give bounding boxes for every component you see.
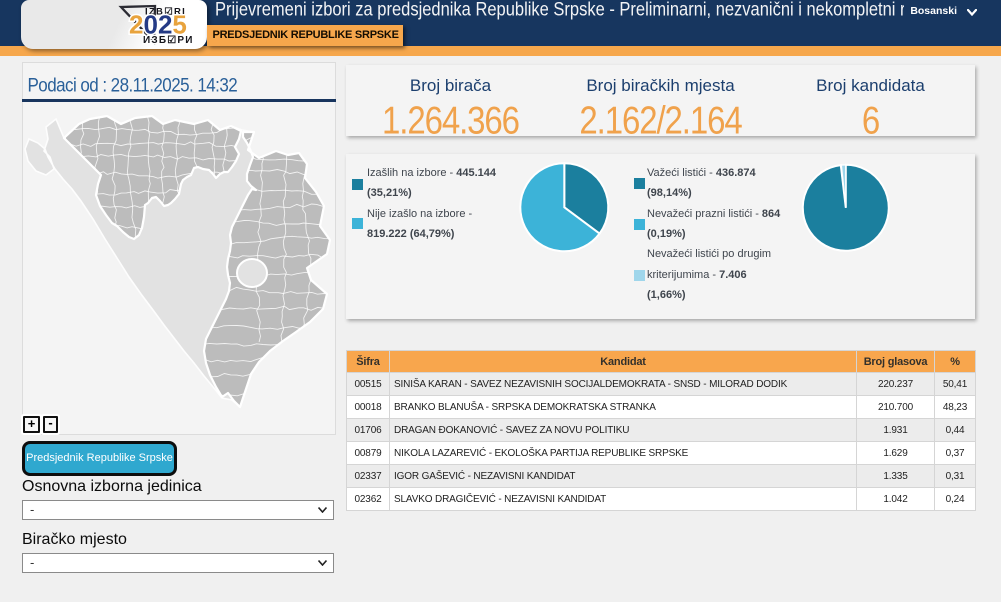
- svg-text:ИЗБ☑РИ: ИЗБ☑РИ: [143, 35, 194, 46]
